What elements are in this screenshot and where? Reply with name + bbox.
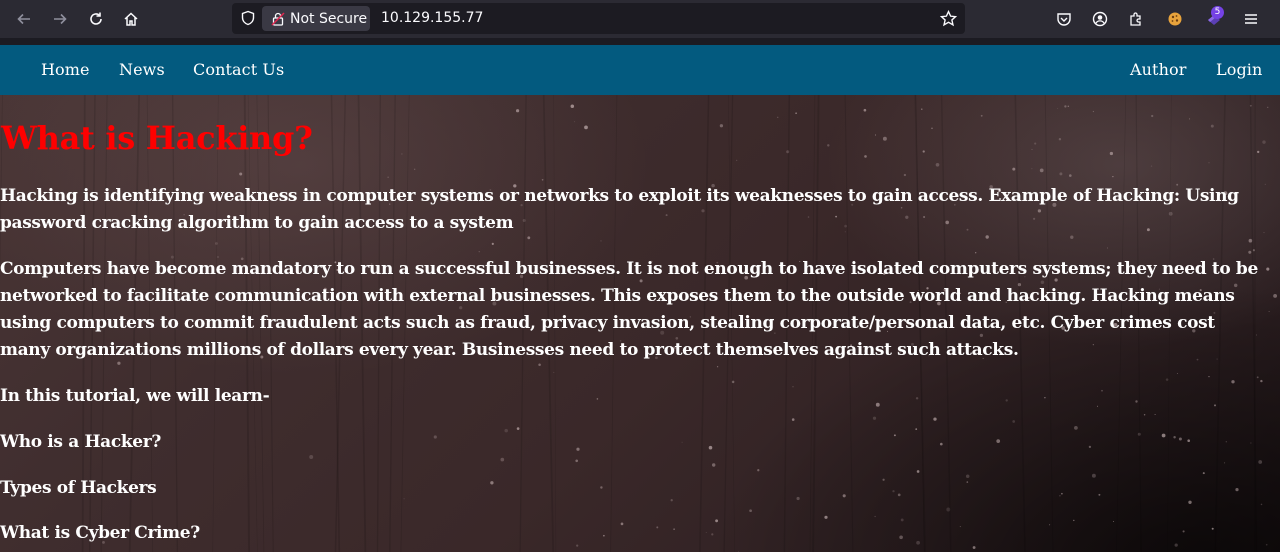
topic-cyber-crime: What is Cyber Crime?: [0, 523, 200, 543]
topic-types-of-hackers: Types of Hackers: [0, 478, 157, 498]
pocket-icon: [1057, 13, 1071, 26]
back-arrow-icon: [17, 13, 30, 25]
reload-icon: [90, 12, 102, 25]
nav-login-link[interactable]: Login: [1216, 60, 1262, 79]
account-icon: [1092, 11, 1108, 27]
cookie-extension-button[interactable]: [1160, 4, 1190, 34]
article-heading: What is Hacking?: [1, 119, 313, 157]
menu-button[interactable]: [1236, 4, 1266, 34]
url-bar[interactable]: Not Secure 10.129.155.77: [232, 3, 965, 34]
reload-button[interactable]: [81, 4, 111, 34]
extension-badge: 5: [1211, 6, 1224, 19]
browser-toolbar: Not Secure 10.129.155.77 5: [0, 0, 1280, 38]
nav-author-link[interactable]: Author: [1130, 60, 1186, 79]
nav-news-link[interactable]: News: [119, 60, 165, 79]
forward-arrow-icon: [54, 13, 67, 25]
pocket-button[interactable]: [1049, 4, 1079, 34]
paragraph-computers: Computers have become mandatory to run a…: [0, 259, 1258, 360]
security-indicator[interactable]: Not Secure: [262, 6, 370, 31]
home-icon: [124, 12, 138, 26]
nav-contact-link[interactable]: Contact Us: [193, 60, 284, 79]
insecure-lock-icon: [271, 11, 285, 26]
back-button[interactable]: [9, 4, 39, 34]
security-label: Not Secure: [290, 10, 368, 27]
hamburger-menu-icon: [1245, 14, 1257, 24]
toolbar-divider: [0, 38, 1280, 45]
site-navbar: Home News Contact Us Author Login: [0, 45, 1280, 95]
paragraph-intro: Hacking is identifying weakness in compu…: [0, 186, 1239, 233]
paragraph-tutorial: In this tutorial, we will learn-: [0, 386, 270, 406]
bookmark-star-icon[interactable]: [940, 10, 957, 27]
forward-button[interactable]: [45, 4, 75, 34]
shield-icon[interactable]: [240, 10, 256, 26]
puzzle-icon: [1130, 12, 1141, 26]
topic-who-is-hacker: Who is a Hacker?: [0, 432, 161, 452]
url-text[interactable]: 10.129.155.77: [381, 10, 483, 26]
cookie-icon: [1168, 12, 1182, 26]
account-button[interactable]: [1085, 4, 1115, 34]
extensions-button[interactable]: [1121, 4, 1151, 34]
home-button[interactable]: [116, 4, 146, 34]
web-page: Home News Contact Us Author Login What i…: [0, 45, 1280, 552]
nav-home-link[interactable]: Home: [41, 60, 90, 79]
